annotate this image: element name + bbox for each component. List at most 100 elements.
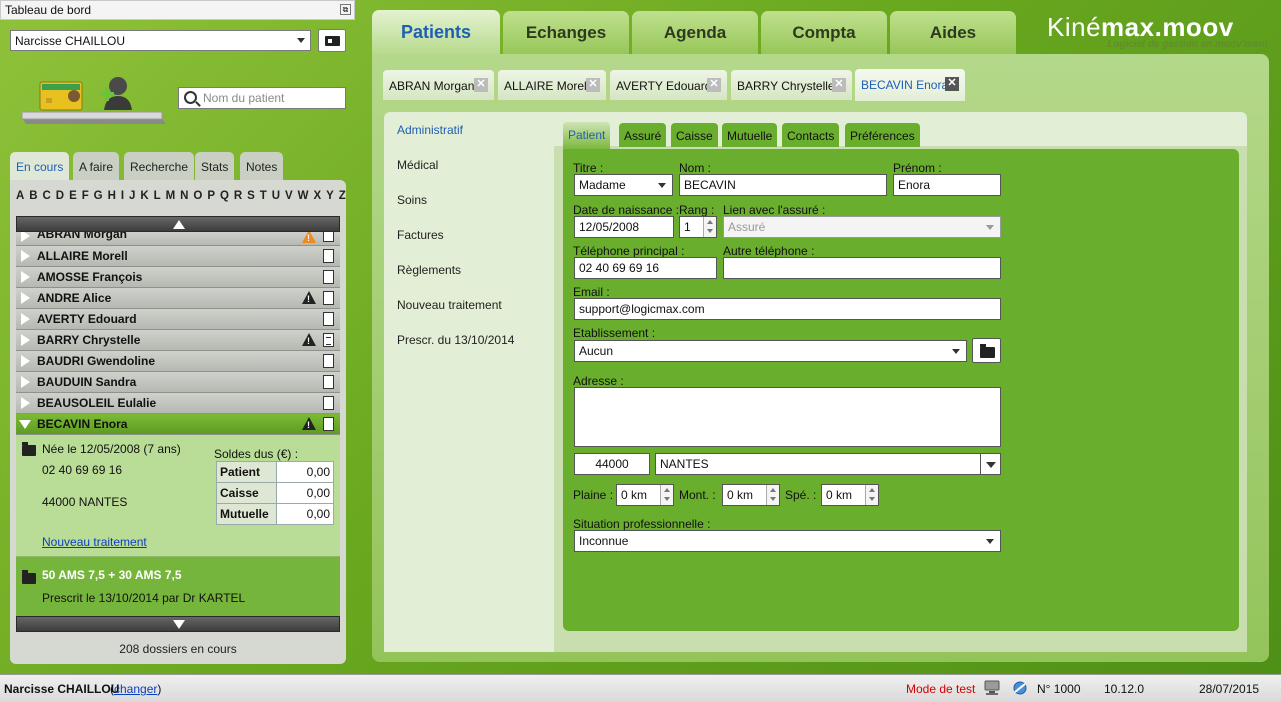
tel2-field[interactable] [723,257,1001,279]
alphabet-letter[interactable]: F [82,190,89,204]
alphabet-letter[interactable]: V [285,190,293,204]
alphabet-letter[interactable]: E [69,190,77,204]
treatment-item[interactable]: 50 AMS 7,5 + 30 AMS 7,5 Prescrit le 13/1… [16,557,340,616]
alphabet-letter[interactable]: K [140,190,148,204]
document-icon[interactable] [323,333,334,347]
tab-patient[interactable]: Patient [563,122,611,150]
list-item[interactable]: ANDRE Alice [16,288,340,309]
tab-aides[interactable]: Aides [890,11,1016,55]
tab-agenda[interactable]: Agenda [632,11,758,55]
tab-preferences[interactable]: Préférences [845,123,920,147]
expand-arrow-icon[interactable] [21,271,30,283]
email-field[interactable]: support@logicmax.com [574,298,1001,320]
alphabet-letter[interactable]: X [313,190,321,204]
nav-factures[interactable]: Factures [397,228,444,242]
list-item[interactable]: AVERTY Edouard [16,309,340,330]
document-icon[interactable] [323,312,334,326]
alphabet-letter[interactable]: B [29,190,37,204]
code-postal-field[interactable]: 44000 [574,453,650,475]
scroll-up-button[interactable] [16,216,340,232]
patient-tab-barry[interactable]: BARRY Chrystelle ✕ [731,70,852,100]
list-item[interactable]: BAUDRI Gwendoline [16,351,340,372]
titre-select[interactable]: Madame [574,174,673,196]
stepper-arrows-icon[interactable] [766,485,779,505]
nav-reglements[interactable]: Règlements [397,263,461,277]
tab-contacts[interactable]: Contacts [782,123,840,147]
plaine-stepper[interactable]: 0 km [616,484,674,506]
tab-echanges[interactable]: Echanges [503,11,629,55]
close-icon[interactable]: ✕ [945,77,959,91]
close-icon[interactable]: ✕ [586,78,600,92]
list-item[interactable]: AMOSSE François [16,267,340,288]
patient-tab-allaire[interactable]: ALLAIRE Morell ✕ [498,70,606,100]
expand-arrow-icon[interactable] [21,376,30,388]
nav-medical[interactable]: Médical [397,158,438,172]
ville-field[interactable]: NANTES [655,453,981,475]
stepper-arrows-icon[interactable] [865,485,878,505]
new-treatment-link[interactable]: Nouveau traitement [42,535,147,549]
list-item[interactable]: BAUDUIN Sandra [16,372,340,393]
document-icon[interactable] [323,354,334,368]
alphabet-letter[interactable]: H [108,190,116,204]
stepper-arrows-icon[interactable] [703,217,716,237]
document-icon[interactable] [323,291,334,305]
tab-caisse[interactable]: Caisse [671,123,718,147]
close-icon[interactable]: ✕ [474,78,488,92]
patient-tab-abran[interactable]: ABRAN Morgan ✕ [383,70,494,100]
alphabet-letter[interactable]: U [272,190,280,204]
expand-arrow-icon[interactable] [21,355,30,367]
expand-arrow-icon[interactable] [21,334,30,346]
alphabet-letter[interactable]: O [193,190,202,204]
card-reader-button[interactable] [318,29,346,52]
tab-patients[interactable]: Patients [372,10,500,56]
expand-arrow-icon[interactable] [21,250,30,262]
alphabet-letter[interactable]: G [94,190,103,204]
alphabet-letter[interactable]: Y [326,190,334,204]
patient-tab-becavin[interactable]: BECAVIN Enora ✕ [855,69,965,101]
expand-arrow-icon[interactable] [21,313,30,325]
tab-compta[interactable]: Compta [761,11,887,55]
document-icon[interactable] [323,270,334,284]
expand-arrow-icon[interactable] [21,292,30,304]
alphabet-letter[interactable]: R [234,190,242,204]
close-icon[interactable]: ✕ [707,78,721,92]
document-icon[interactable] [323,417,334,431]
list-item[interactable]: BARRY Chrystelle [16,330,340,351]
alphabet-letter[interactable]: N [180,190,188,204]
list-item[interactable]: BECAVIN Enora [16,414,340,435]
vitale-card-reader-icon[interactable] [20,72,168,130]
alphabet-letter[interactable]: Z [339,190,346,204]
ville-dropdown-button[interactable] [980,453,1001,475]
alphabet-letter[interactable]: A [16,190,24,204]
tab-stats[interactable]: Stats [195,152,235,180]
tab-a-faire[interactable]: A faire [73,152,120,180]
patient-search-box[interactable] [178,87,346,109]
spe-stepper[interactable]: 0 km [821,484,879,506]
alphabet-letter[interactable]: D [56,190,64,204]
collapse-arrow-icon[interactable] [19,420,31,429]
nav-nouveau-traitement[interactable]: Nouveau traitement [397,298,502,312]
situation-select[interactable]: Inconnue [574,530,1001,552]
mont-stepper[interactable]: 0 km [722,484,780,506]
tab-mutuelle[interactable]: Mutuelle [722,123,778,147]
alphabet-letter[interactable]: W [298,190,309,204]
tab-notes[interactable]: Notes [240,152,284,180]
browse-etab-button[interactable] [972,338,1001,363]
expand-arrow-icon[interactable] [21,397,30,409]
tab-en-cours[interactable]: En cours [10,152,70,182]
adresse-field[interactable] [574,387,1001,447]
tel-field[interactable]: 02 40 69 69 16 [574,257,717,279]
change-user-link[interactable]: changer [114,682,157,696]
nom-field[interactable]: BECAVIN [679,174,887,196]
etab-select[interactable]: Aucun [574,340,967,362]
rang-stepper[interactable]: 1 [679,216,717,238]
alphabet-letter[interactable]: T [260,190,267,204]
document-icon[interactable] [323,396,334,410]
alphabet-letter[interactable]: J [129,190,135,204]
tab-assure[interactable]: Assuré [619,123,667,147]
expand-arrow-icon[interactable] [21,232,30,242]
prenom-field[interactable]: Enora [893,174,1001,196]
document-icon[interactable] [323,232,334,242]
practitioner-select[interactable]: Narcisse CHAILLOU [10,30,311,51]
list-item[interactable]: ALLAIRE Morell [16,246,340,267]
